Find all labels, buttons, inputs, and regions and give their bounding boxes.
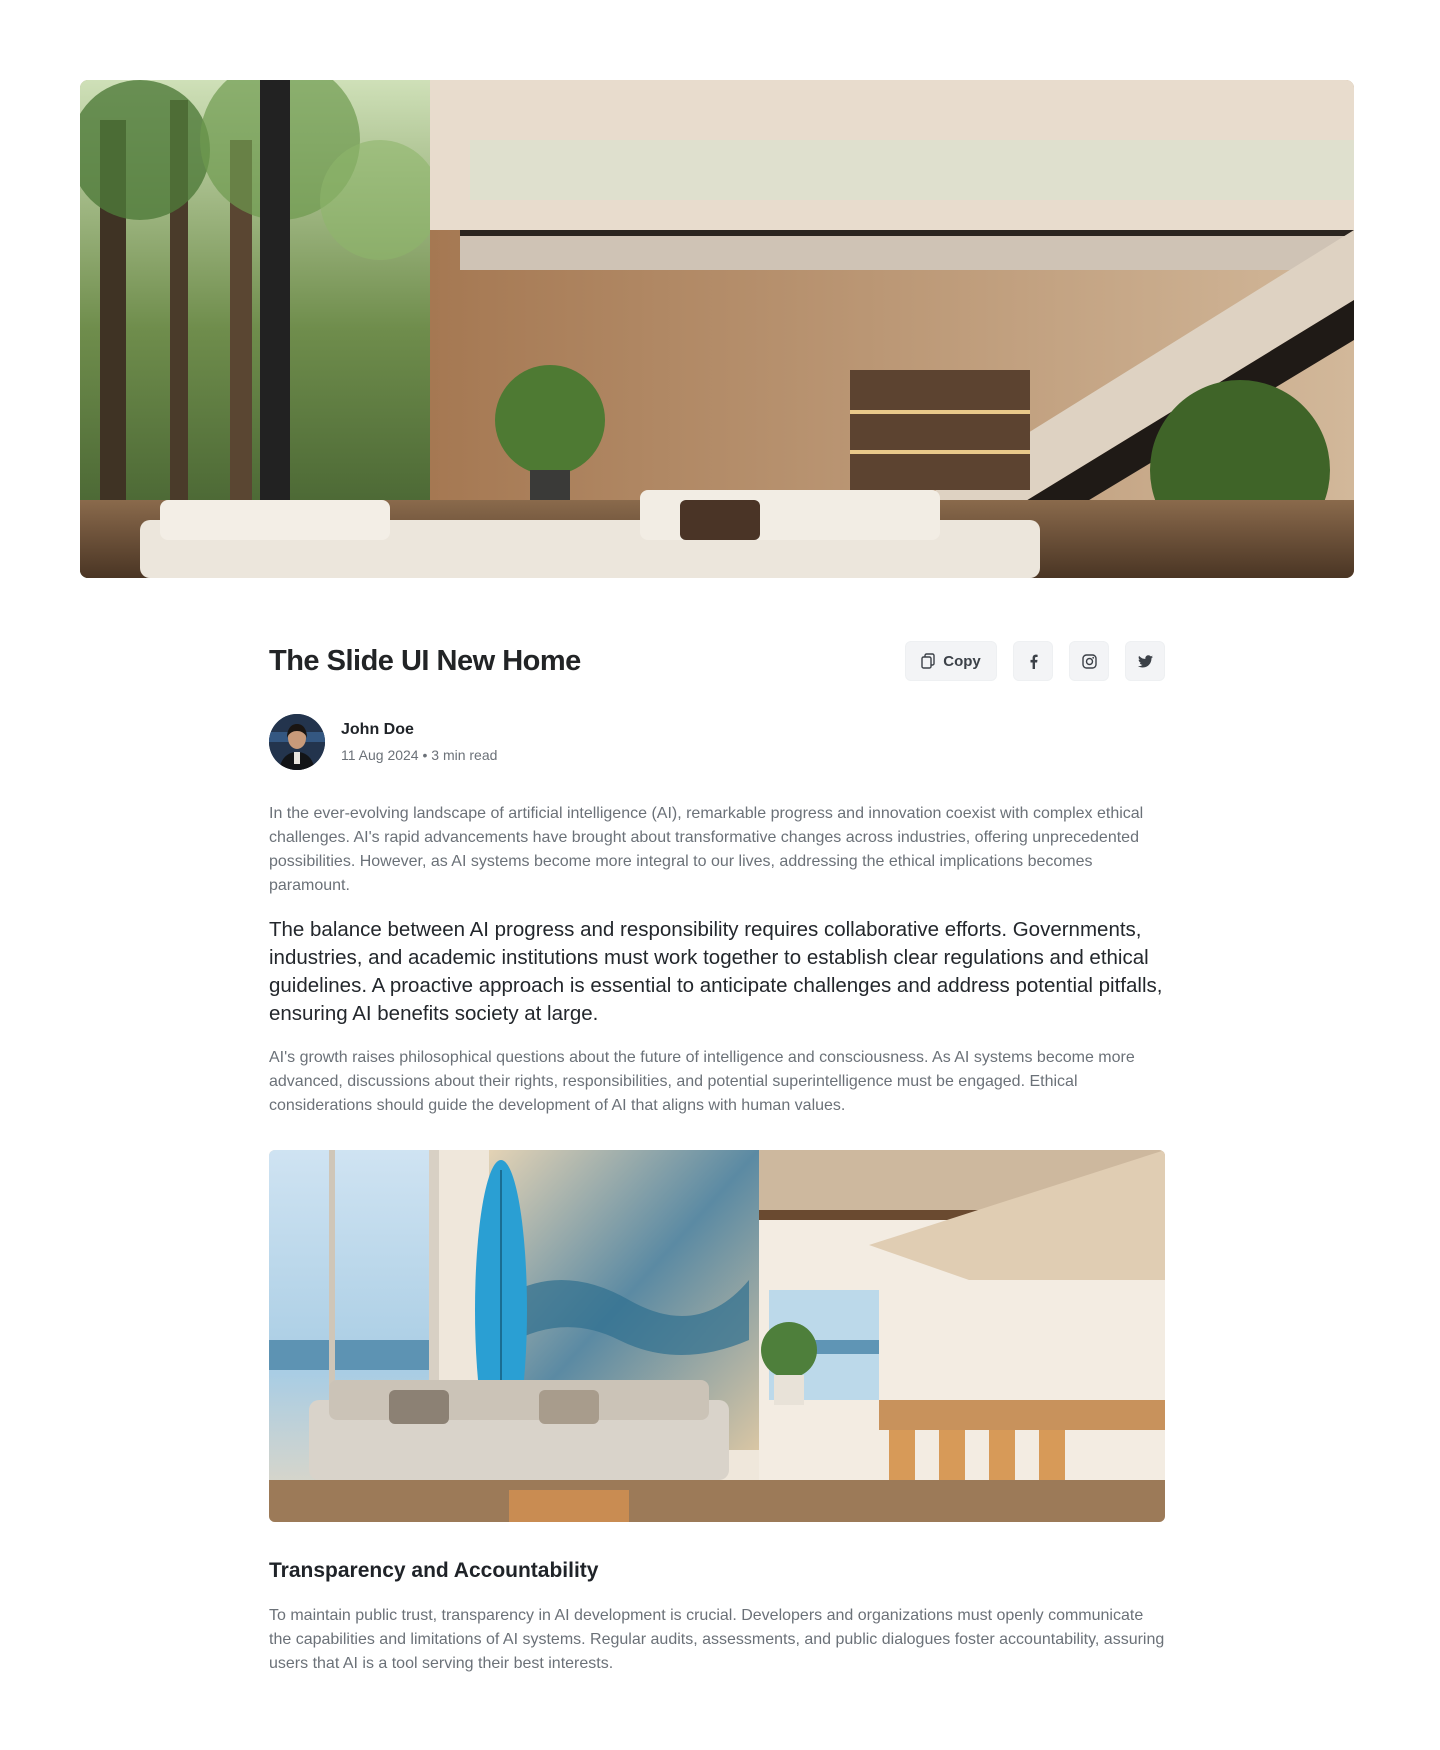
share-twitter-button[interactable]	[1125, 641, 1165, 681]
share-facebook-button[interactable]	[1013, 641, 1053, 681]
author-name[interactable]: John Doe	[341, 719, 497, 741]
share-actions: Copy	[905, 641, 1165, 681]
inline-image	[269, 1150, 1165, 1522]
body-paragraph: AI's growth raises philosophical questio…	[269, 1049, 1135, 1114]
copy-icon	[921, 653, 935, 669]
instagram-icon	[1081, 653, 1097, 669]
copy-link-button[interactable]: Copy	[905, 641, 997, 681]
hero-image	[80, 80, 1354, 578]
intro-paragraph: In the ever-evolving landscape of artifi…	[269, 805, 1144, 894]
facebook-icon	[1029, 654, 1038, 669]
share-instagram-button[interactable]	[1069, 641, 1109, 681]
hero-illustration	[80, 80, 1354, 578]
avatar[interactable]	[269, 714, 325, 770]
twitter-icon	[1137, 654, 1153, 668]
article: The Slide UI New Home Copy John Doe 11 A…	[269, 640, 1165, 1676]
copy-label: Copy	[943, 652, 981, 670]
author-block: John Doe 11 Aug 2024 • 3 min read	[269, 714, 1165, 770]
section-heading: Transparency and Accountability	[269, 1559, 599, 1582]
title-row: The Slide UI New Home Copy	[269, 640, 1165, 682]
section-paragraph: To maintain public trust, transparency i…	[269, 1607, 1165, 1672]
author-info: John Doe 11 Aug 2024 • 3 min read	[341, 719, 497, 765]
lead-paragraph: The balance between AI progress and resp…	[269, 918, 1163, 1025]
post-meta: 11 Aug 2024 • 3 min read	[341, 747, 498, 763]
inline-illustration	[269, 1150, 1165, 1522]
